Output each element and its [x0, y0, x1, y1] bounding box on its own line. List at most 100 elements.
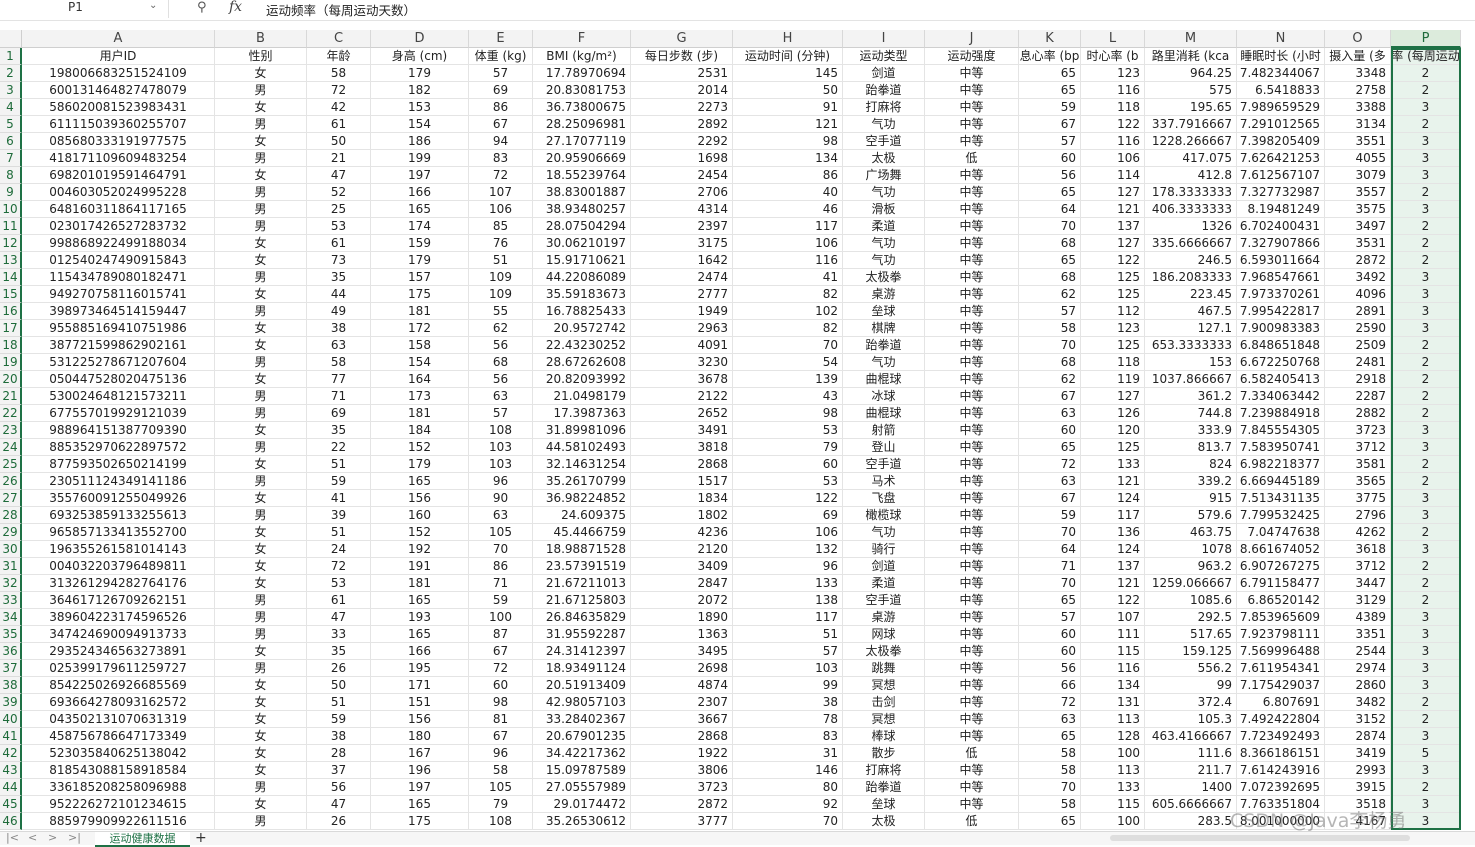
table-cell[interactable]: 98	[469, 694, 533, 711]
table-cell[interactable]: 653.3333333	[1145, 337, 1237, 354]
table-cell[interactable]: 6.669445189	[1237, 473, 1325, 490]
row-header[interactable]: 16	[0, 303, 22, 320]
table-cell[interactable]: 67	[469, 643, 533, 660]
table-cell[interactable]: 跆拳道	[843, 779, 925, 796]
column-header-E[interactable]: E	[469, 30, 533, 48]
table-cell[interactable]: 中等	[925, 507, 1019, 524]
table-cell[interactable]: 998868922499188034	[22, 235, 215, 252]
table-cell[interactable]: 180	[371, 728, 469, 745]
table-cell[interactable]: 165	[371, 796, 469, 813]
table-cell[interactable]: 72	[469, 660, 533, 677]
table-cell[interactable]: 6.593011664	[1237, 252, 1325, 269]
table-cell[interactable]: 64	[1019, 201, 1081, 218]
table-cell[interactable]: 3	[1391, 643, 1461, 660]
table-cell[interactable]: 131	[1081, 694, 1145, 711]
table-cell[interactable]: 2892	[631, 116, 733, 133]
table-cell[interactable]: 123	[1081, 320, 1145, 337]
table-cell[interactable]: 38	[307, 320, 371, 337]
table-cell[interactable]: 59	[1019, 507, 1081, 524]
table-cell[interactable]: 463.4166667	[1145, 728, 1237, 745]
table-cell[interactable]: 65	[1019, 728, 1081, 745]
table-cell[interactable]: 27.17077119	[533, 133, 631, 150]
table-cell[interactable]: 气功	[843, 116, 925, 133]
table-cell[interactable]: 7.175429037	[1237, 677, 1325, 694]
table-cell[interactable]: 2122	[631, 388, 733, 405]
table-cell[interactable]: 38.83001887	[533, 184, 631, 201]
select-all-corner[interactable]	[0, 30, 22, 48]
table-cell[interactable]: 125	[1081, 337, 1145, 354]
column-header-C[interactable]: C	[307, 30, 371, 48]
table-cell[interactable]: 低	[925, 150, 1019, 167]
table-cell[interactable]: 37	[307, 762, 371, 779]
table-cell[interactable]: 女	[215, 456, 307, 473]
table-cell[interactable]: 登山	[843, 439, 925, 456]
table-cell[interactable]: 62	[469, 320, 533, 337]
table-cell[interactable]: 中等	[925, 694, 1019, 711]
table-cell[interactable]: 600131464827478079	[22, 82, 215, 99]
table-cell[interactable]: 2918	[1325, 371, 1391, 388]
table-cell[interactable]: 7.327907866	[1237, 235, 1325, 252]
table-cell[interactable]: 35	[307, 269, 371, 286]
table-cell[interactable]: 68	[1019, 269, 1081, 286]
table-cell[interactable]: 50	[307, 677, 371, 694]
row-header[interactable]: 39	[0, 694, 22, 711]
table-cell[interactable]: 70	[733, 337, 843, 354]
row-header[interactable]: 33	[0, 592, 22, 609]
table-cell[interactable]: 818543088158918584	[22, 762, 215, 779]
table-cell[interactable]: 198006683251524109	[22, 65, 215, 82]
table-cell[interactable]: 35	[307, 643, 371, 660]
table-cell[interactable]: 79	[469, 796, 533, 813]
table-cell[interactable]: 中等	[925, 762, 1019, 779]
table-cell[interactable]: 193	[371, 609, 469, 626]
table-cell[interactable]: 70	[469, 541, 533, 558]
table-cell[interactable]: 1642	[631, 252, 733, 269]
table-cell[interactable]: 179	[371, 252, 469, 269]
table-cell[interactable]: 3	[1391, 99, 1461, 116]
table-cell[interactable]: 179	[371, 65, 469, 82]
table-cell[interactable]: 7.334063442	[1237, 388, 1325, 405]
table-cell[interactable]: 7.626421253	[1237, 150, 1325, 167]
table-cell[interactable]: 男	[215, 626, 307, 643]
table-cell[interactable]: 3497	[1325, 218, 1391, 235]
table-cell[interactable]: 男	[215, 388, 307, 405]
table-cell[interactable]: 中等	[925, 218, 1019, 235]
table-cell[interactable]: 59	[469, 592, 533, 609]
table-cell[interactable]: 3557	[1325, 184, 1391, 201]
table-cell[interactable]: 3351	[1325, 626, 1391, 643]
row-header[interactable]: 26	[0, 473, 22, 490]
table-cell[interactable]: 463.75	[1145, 524, 1237, 541]
header-cell[interactable]: 运动类型	[843, 48, 925, 65]
row-header[interactable]: 2	[0, 65, 22, 82]
table-cell[interactable]: 柔道	[843, 218, 925, 235]
table-cell[interactable]: 1834	[631, 490, 733, 507]
table-cell[interactable]: 3	[1391, 167, 1461, 184]
table-cell[interactable]: 22.43230252	[533, 337, 631, 354]
table-cell[interactable]: 586020081523983431	[22, 99, 215, 116]
row-header[interactable]: 25	[0, 456, 22, 473]
table-cell[interactable]: 3712	[1325, 558, 1391, 575]
table-cell[interactable]: 25	[307, 201, 371, 218]
table-cell[interactable]: 20.82093992	[533, 371, 631, 388]
table-cell[interactable]: 7.569996488	[1237, 643, 1325, 660]
table-cell[interactable]: 159	[371, 235, 469, 252]
table-cell[interactable]: 122	[1081, 252, 1145, 269]
table-cell[interactable]: 964.25	[1145, 65, 1237, 82]
table-cell[interactable]: 7.239884918	[1237, 405, 1325, 422]
table-cell[interactable]: 女	[215, 745, 307, 762]
table-cell[interactable]: 121	[1081, 473, 1145, 490]
table-cell[interactable]: 58	[469, 762, 533, 779]
table-cell[interactable]: 58	[1019, 320, 1081, 337]
table-cell[interactable]: 男	[215, 303, 307, 320]
row-header[interactable]: 18	[0, 337, 22, 354]
table-cell[interactable]: 137	[1081, 218, 1145, 235]
table-cell[interactable]: 3	[1391, 609, 1461, 626]
table-cell[interactable]: 42	[307, 99, 371, 116]
table-cell[interactable]: 女	[215, 762, 307, 779]
table-cell[interactable]: 98	[733, 133, 843, 150]
table-cell[interactable]: 3	[1391, 490, 1461, 507]
table-cell[interactable]: 28.67262608	[533, 354, 631, 371]
table-cell[interactable]: 曲棍球	[843, 371, 925, 388]
table-cell[interactable]: 17.78970694	[533, 65, 631, 82]
table-cell[interactable]: 98	[733, 405, 843, 422]
table-cell[interactable]: 2860	[1325, 677, 1391, 694]
